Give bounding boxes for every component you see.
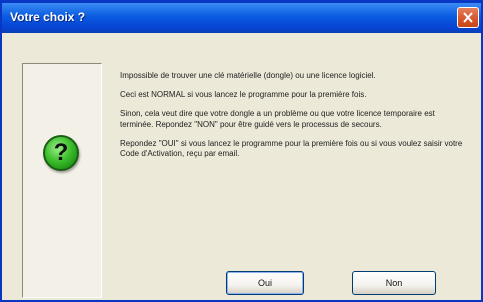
- title-bar[interactable]: Votre choix ?: [2, 3, 481, 33]
- yes-button[interactable]: Oui: [226, 271, 304, 295]
- message-paragraph-3: Sinon, cela veut dire que votre dongle a…: [120, 109, 435, 129]
- window-title: Votre choix ?: [10, 10, 86, 24]
- message-paragraph-4: Repondez "OUI" si vous lancez le program…: [120, 138, 463, 159]
- close-icon: [463, 12, 473, 23]
- question-mark-glyph: ?: [53, 139, 69, 166]
- message-paragraph-2: Ceci est NORMAL si vous lancez le progra…: [120, 90, 367, 100]
- question-icon: ?: [43, 135, 79, 171]
- icon-panel: ?: [22, 63, 102, 298]
- message-paragraph-1: Impossible de trouver une clé matérielle…: [120, 71, 376, 80]
- close-button[interactable]: [457, 7, 479, 28]
- dialog-window: Votre choix ? ? Impossible de trouver un…: [0, 0, 483, 302]
- no-button[interactable]: Non: [352, 271, 436, 295]
- message-text: Impossible de trouver une clé matérielle…: [120, 71, 468, 168]
